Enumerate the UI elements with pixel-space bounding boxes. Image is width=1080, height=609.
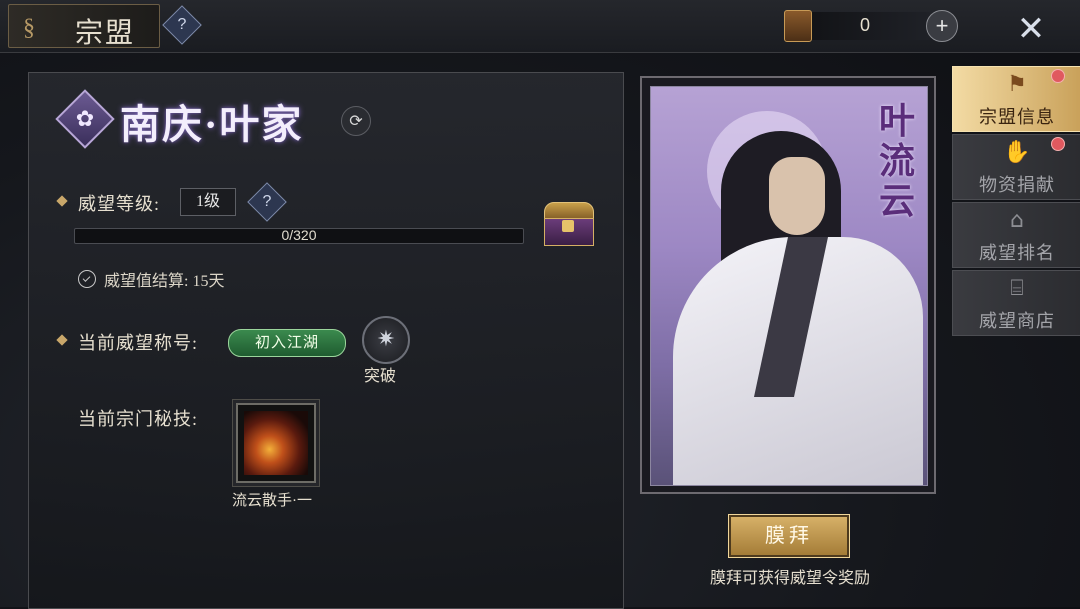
prestige-token-icon <box>784 10 812 42</box>
progress-text: 0/320 <box>281 227 317 243</box>
tab-label: 物资捐献 <box>979 175 1055 195</box>
notification-dot <box>1051 69 1065 83</box>
currency-display: 0 <box>784 10 930 42</box>
tab-clan-info[interactable]: ⚑ 宗盟信息 <box>952 66 1080 132</box>
question-icon: ? <box>262 193 272 210</box>
clock-icon <box>78 270 96 288</box>
clan-name: 南庆·叶家 <box>120 102 304 147</box>
tab-label: 宗盟信息 <box>979 107 1055 127</box>
title-plate: § 宗盟 <box>8 4 160 49</box>
refresh-icon[interactable]: ⟳ <box>341 106 371 136</box>
dragon-emblem-icon: § <box>23 15 35 41</box>
top-bar: § 宗盟 ? 0 + ✕ <box>0 0 1080 53</box>
worship-button[interactable]: 膜拜 <box>728 514 850 558</box>
ancestor-portrait: 叶 流 云 <box>650 86 928 486</box>
ancestor-portrait-frame: 叶 流 云 <box>640 76 936 494</box>
close-icon[interactable]: ✕ <box>1010 8 1052 50</box>
breakthrough-button[interactable]: ✷ <box>362 316 410 364</box>
secret-skill-icon[interactable] <box>236 403 316 483</box>
ancestor-name: 叶 流 云 <box>878 101 915 221</box>
prestige-level-value: 1级 <box>180 188 236 216</box>
rank-icon: ⌂ <box>1010 208 1024 233</box>
skill-art <box>244 411 308 475</box>
treasure-chest-icon[interactable] <box>540 196 596 248</box>
secret-skill-label: 当前宗门秘技: <box>78 409 199 429</box>
current-title-badge: 初入江湖 <box>228 329 346 357</box>
banner-icon: ⚑ <box>1007 72 1027 97</box>
prestige-level-label: 威望等级: <box>78 194 161 214</box>
notification-dot <box>1051 137 1065 151</box>
prestige-progress-bar: 0/320 <box>74 227 524 244</box>
tab-prestige-rank[interactable]: ⌂ 威望排名 <box>952 202 1080 268</box>
donate-icon: ✋ <box>1003 140 1031 165</box>
tab-label: 威望排名 <box>979 243 1055 263</box>
question-icon: ? <box>177 16 187 33</box>
tab-label: 威望商店 <box>979 311 1055 331</box>
settlement-countdown: 威望值结算: 15天 <box>104 273 225 290</box>
secret-skill-name: 流云散手·一 <box>232 493 312 509</box>
worship-tip: 膜拜可获得威望令奖励 <box>709 570 870 587</box>
breakthrough-label: 突破 <box>364 368 397 385</box>
add-currency-button[interactable]: + <box>926 10 958 42</box>
shop-icon: ⌸ <box>1010 276 1024 301</box>
page-title: 宗盟 <box>75 18 136 49</box>
tab-donation[interactable]: ✋ 物资捐献 <box>952 134 1080 200</box>
currency-value: 0 <box>860 15 871 35</box>
help-button[interactable]: ? <box>162 5 202 45</box>
tab-prestige-shop[interactable]: ⌸ 威望商店 <box>952 270 1080 336</box>
current-title-label: 当前威望称号: <box>78 333 199 353</box>
